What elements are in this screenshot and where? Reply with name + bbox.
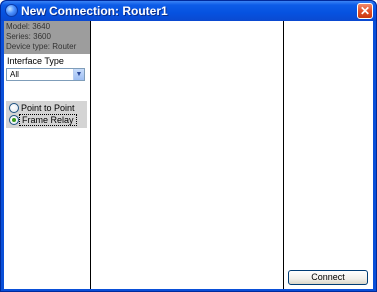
interfaces-list-panel[interactable] <box>91 21 283 289</box>
connect-button[interactable]: Connect <box>288 270 368 285</box>
left-panel: Model: 3640 Series: 3600 Device type: Ro… <box>4 21 90 289</box>
chevron-down-icon[interactable]: ▼ <box>73 69 84 80</box>
connection-type-group: Point to Point Frame Relay <box>6 101 87 128</box>
title-bar[interactable]: New Connection: Router1 ✕ <box>1 1 376 21</box>
dialog-client-area: Model: 3640 Series: 3600 Device type: Ro… <box>4 21 373 289</box>
radio-frame-relay[interactable]: Frame Relay <box>8 114 86 126</box>
radio-label[interactable]: Point to Point <box>21 103 75 113</box>
device-type: Device type: Router <box>6 42 77 51</box>
radio-point-to-point[interactable]: Point to Point <box>8 102 86 114</box>
interface-type-select[interactable]: All ▼ <box>6 68 85 81</box>
close-button[interactable]: ✕ <box>357 3 373 19</box>
device-model: Model: 3640 <box>6 22 51 31</box>
interface-type-label: Interface Type <box>7 56 64 66</box>
radio-button-checked-icon[interactable] <box>9 115 19 125</box>
device-series: Series: 3600 <box>6 32 51 41</box>
new-connection-dialog: New Connection: Router1 ✕ Model: 3640 Se… <box>0 0 377 292</box>
radio-button-icon[interactable] <box>9 103 19 113</box>
radio-label[interactable]: Frame Relay <box>19 114 77 126</box>
device-info-panel: Model: 3640 Series: 3600 Device type: Ro… <box>4 21 90 54</box>
interface-type-value: All <box>10 70 19 79</box>
window-title: New Connection: Router1 <box>21 4 168 18</box>
right-panel: Connect <box>284 21 373 289</box>
app-globe-icon <box>5 4 18 17</box>
